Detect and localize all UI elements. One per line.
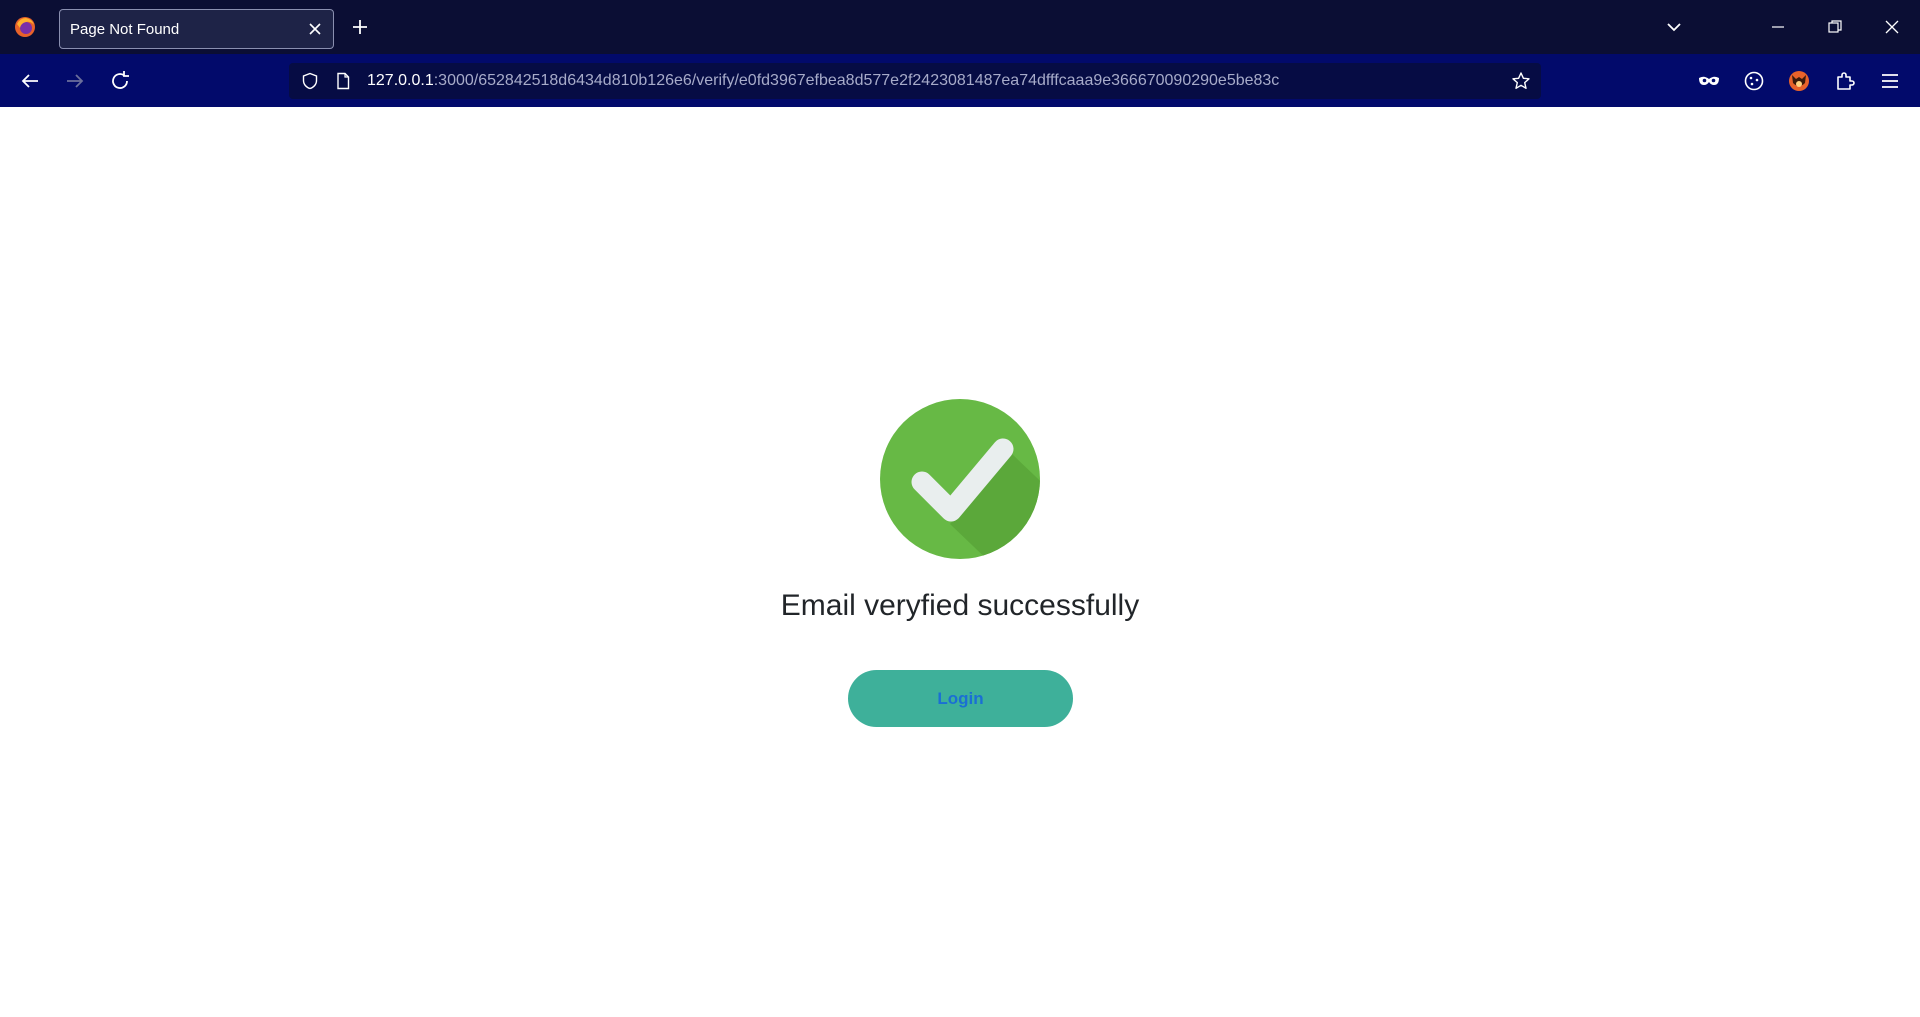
url-bar[interactable]: 127.0.0.1:3000/652842518d6434d810b126e6/… <box>289 63 1541 99</box>
back-arrow-icon[interactable] <box>18 69 42 93</box>
page-content: Email veryfied successfully Login <box>0 107 1920 1017</box>
page-icon[interactable] <box>334 72 352 90</box>
url-path: :3000/652842518d6434d810b126e6/verify/e0… <box>433 72 1280 89</box>
window-close-icon[interactable] <box>1882 17 1902 37</box>
cookie-icon[interactable] <box>1742 69 1766 93</box>
tab-strip: Page Not Found <box>0 0 1920 54</box>
url-text[interactable]: 127.0.0.1:3000/652842518d6434d810b126e6/… <box>367 72 1279 90</box>
mask-icon[interactable] <box>1697 69 1721 93</box>
tab-active[interactable]: Page Not Found <box>59 9 334 49</box>
reload-icon[interactable] <box>108 69 132 93</box>
hamburger-menu-icon[interactable] <box>1878 69 1902 93</box>
login-button[interactable]: Login <box>848 670 1073 727</box>
plus-icon[interactable] <box>350 17 370 37</box>
fox-avatar-icon[interactable] <box>1787 69 1811 93</box>
puzzle-icon[interactable] <box>1833 69 1857 93</box>
success-message: Email veryfied successfully <box>780 589 1140 622</box>
tab-title: Page Not Found <box>70 21 180 38</box>
forward-arrow-icon[interactable] <box>63 69 87 93</box>
url-host: 127.0.0.1 <box>367 72 434 89</box>
restore-icon[interactable] <box>1825 17 1845 37</box>
shield-icon[interactable] <box>301 72 319 90</box>
nav-toolbar: 127.0.0.1:3000/652842518d6434d810b126e6/… <box>0 54 1920 107</box>
check-circle-icon <box>880 399 1040 559</box>
close-icon[interactable] <box>307 21 323 37</box>
star-icon[interactable] <box>1511 71 1531 91</box>
firefox-logo-icon[interactable] <box>14 16 36 38</box>
minimize-icon[interactable] <box>1768 17 1788 37</box>
chevron-down-icon[interactable] <box>1664 17 1684 37</box>
